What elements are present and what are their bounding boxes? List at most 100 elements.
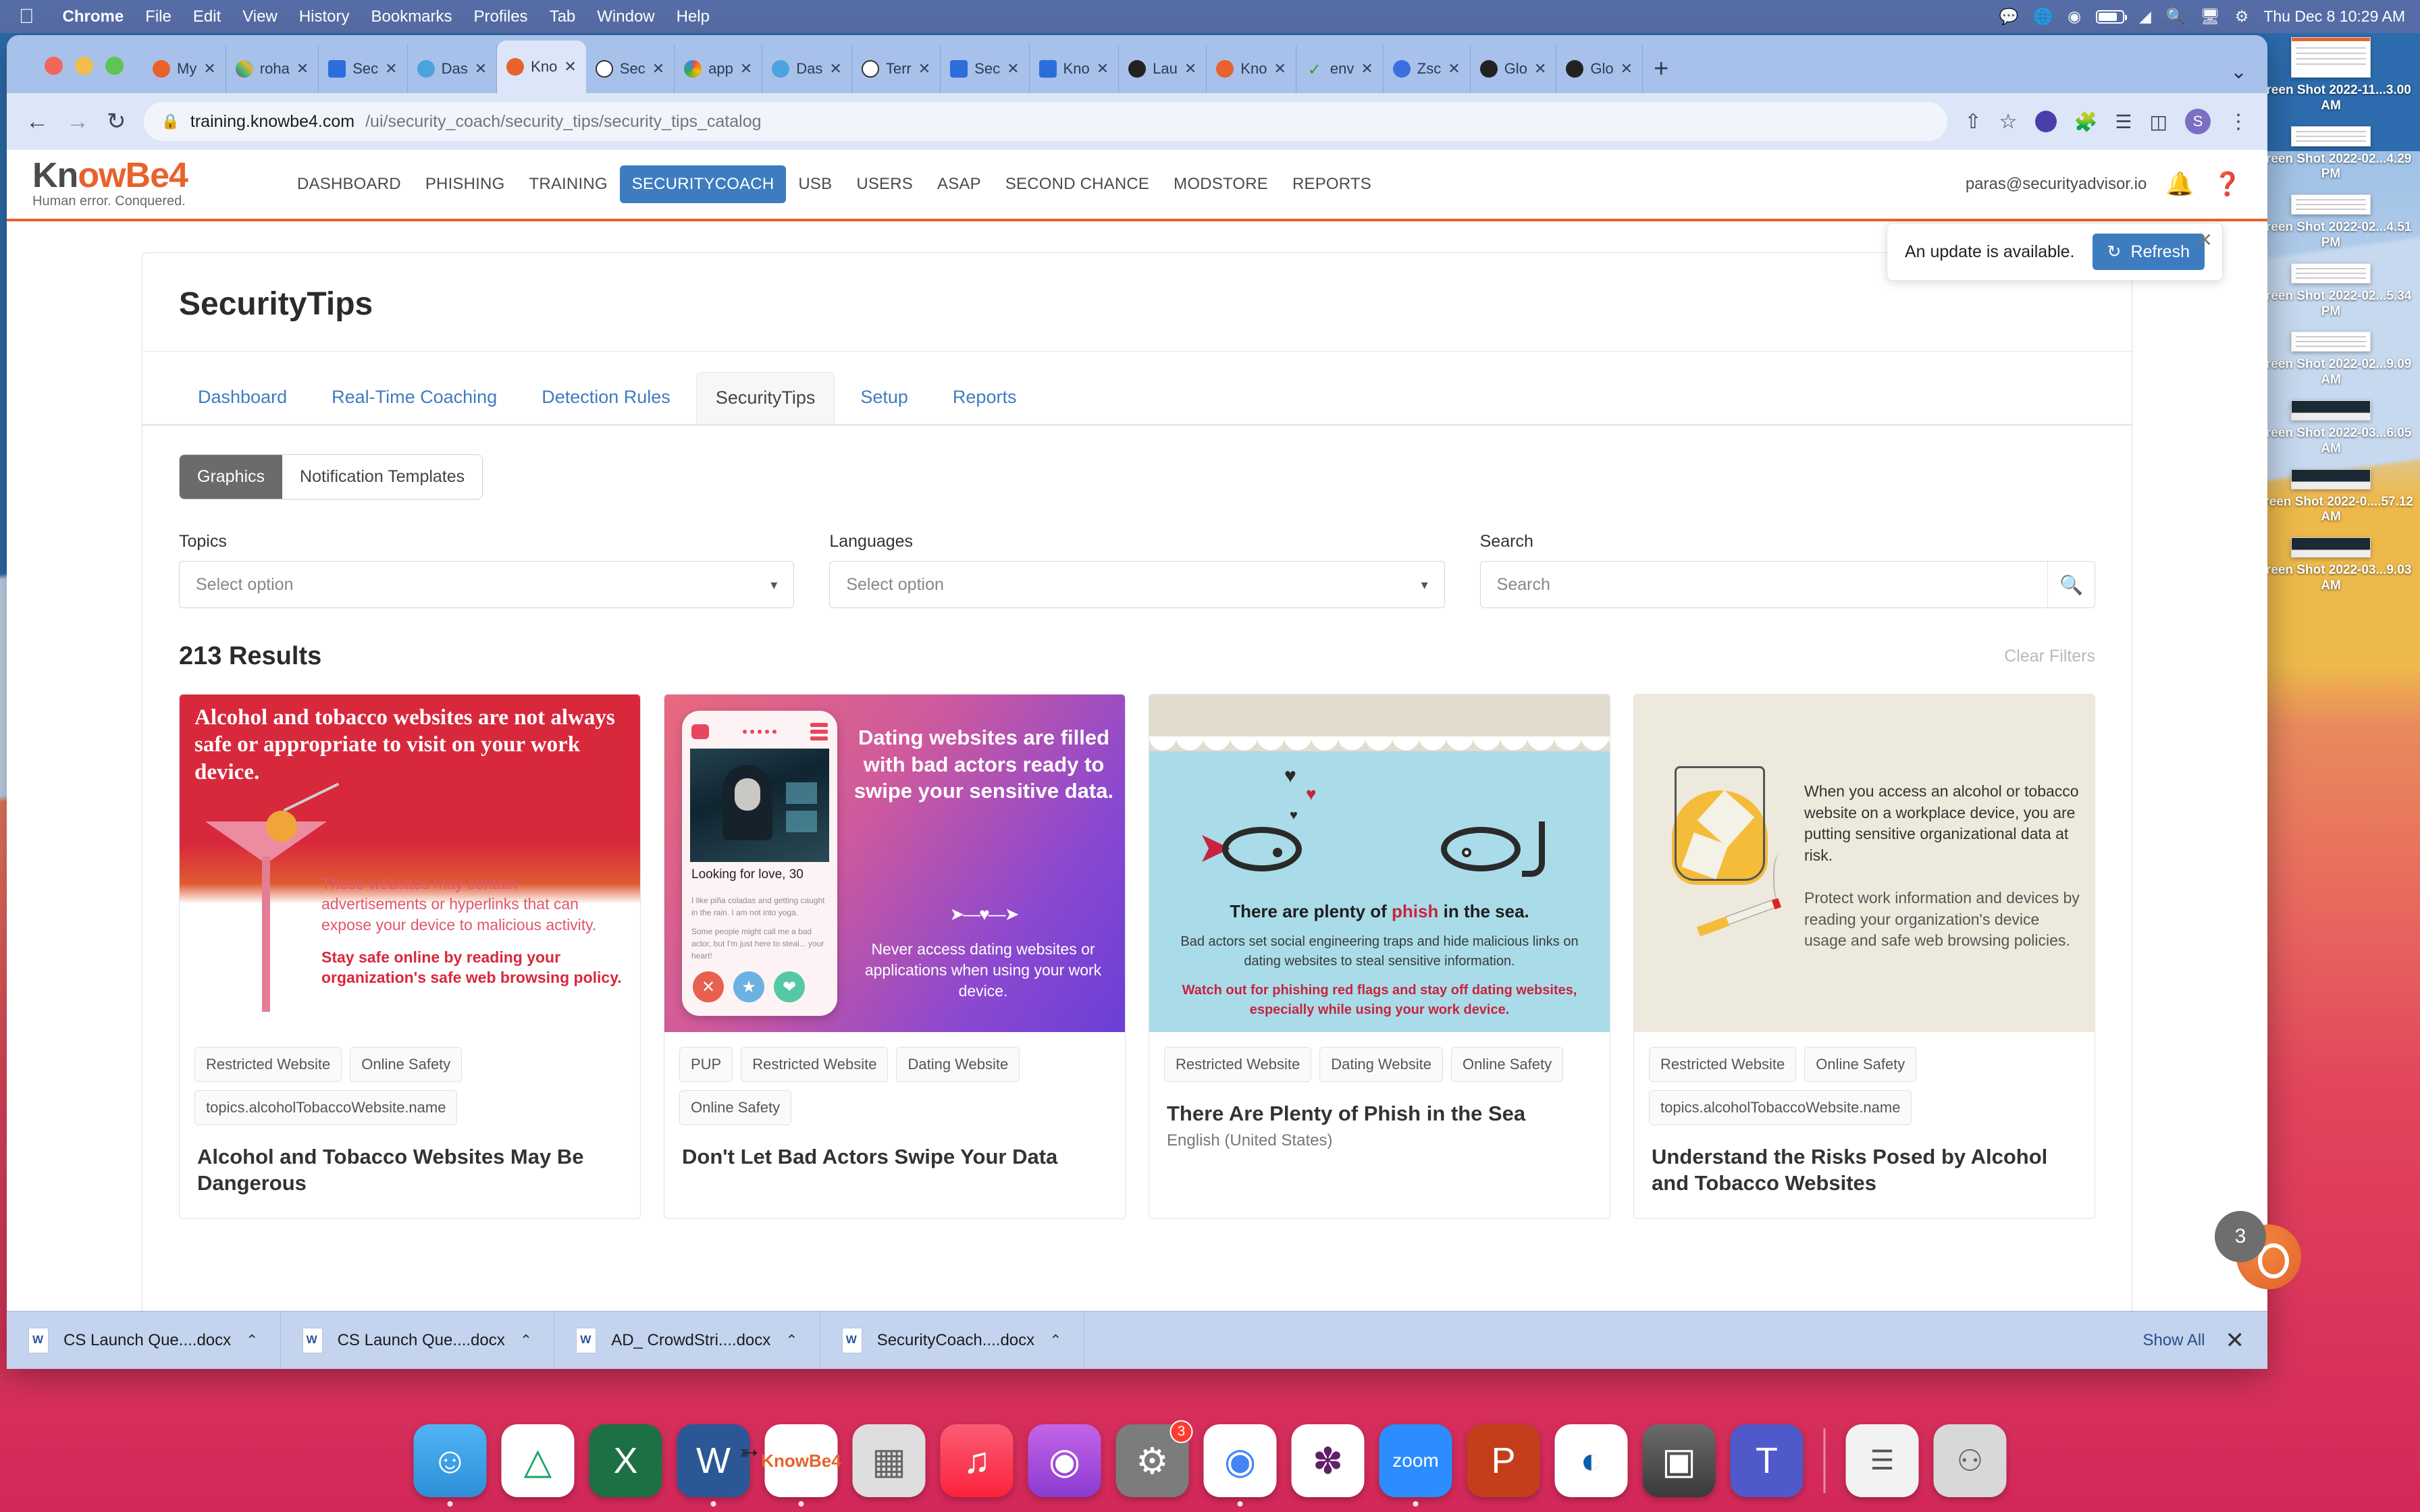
tab-reports[interactable]: Reports [934,372,1036,424]
reload-icon[interactable]: ↻ [107,108,126,135]
languages-select[interactable]: Select option ▾ [829,561,1445,608]
browser-tab[interactable]: Kno ✕ [1030,45,1120,93]
browser-tab[interactable]: Glo ✕ [1556,45,1643,93]
globe-icon[interactable]: 🌐 [2033,7,2053,26]
card-tag[interactable]: Dating Website [896,1047,1020,1082]
card-tag[interactable]: PUP [679,1047,733,1082]
tab-detection-rules[interactable]: Detection Rules [523,372,689,424]
battery-icon[interactable] [2096,9,2128,24]
card-tag[interactable]: Restricted Website [194,1047,342,1082]
segment-notification-templates[interactable]: Notification Templates [282,455,483,499]
desktop-file[interactable]: Screen Shot 2022-03...6.05 AM [2246,400,2415,457]
tab-real-time-coaching[interactable]: Real-Time Coaching [313,372,516,424]
browser-tab[interactable]: Kno ✕ [1207,45,1296,93]
browser-tab[interactable]: Sec ✕ [319,45,408,93]
webex-icon[interactable]: ◐ [1554,1424,1628,1497]
search-icon[interactable]: 🔍 [2166,7,2186,26]
browser-tab[interactable]: Terr ✕ [852,45,941,93]
segment-graphics[interactable]: Graphics [180,455,283,499]
nav-training[interactable]: TRAINING [517,165,619,203]
chat-icon[interactable]: 💬 [1999,7,2019,26]
window-traffic-lights[interactable] [45,57,124,75]
menu-item-bookmarks[interactable]: Bookmarks [360,7,463,26]
card-tag[interactable]: Dating Website [1319,1047,1443,1082]
close-button[interactable] [45,57,63,75]
menu-item-tab[interactable]: Tab [539,7,587,26]
tab-close-icon[interactable]: ✕ [652,60,664,78]
forward-icon[interactable]: → [66,109,89,135]
google-drive-icon[interactable]: △ [501,1424,575,1497]
card-tag[interactable]: Restricted Website [1164,1047,1312,1082]
tab-close-icon[interactable]: ✕ [564,58,576,76]
podcasts-icon[interactable]: ◉ [1028,1424,1101,1497]
maximize-button[interactable] [105,57,124,75]
menu-item-file[interactable]: File [134,7,182,26]
browser-tab[interactable]: Sec ✕ [941,45,1030,93]
browser-tab[interactable]: Das ✕ [762,45,852,93]
card-tag[interactable]: Online Safety [1804,1047,1917,1082]
star-icon[interactable]: ☆ [1999,110,2018,134]
nav-asap[interactable]: ASAP [925,165,993,203]
apple-icon[interactable]:  [19,6,34,27]
close-downloads-icon[interactable]: ✕ [2226,1327,2268,1354]
browser-tab[interactable]: Glo ✕ [1471,45,1557,93]
tab-close-icon[interactable]: ✕ [385,60,397,78]
puzzle-icon[interactable]: 🧩 [2074,111,2098,133]
extension-icon[interactable] [2034,111,2057,132]
card-tag[interactable]: Online Safety [679,1090,792,1125]
chevron-up-icon[interactable]: ⌃ [246,1332,258,1349]
menu-item-window[interactable]: Window [586,7,665,26]
nav-second-chance[interactable]: SECOND CHANCE [993,165,1161,203]
desktop-file[interactable]: Screen Shot 2022-11...3.00 AM [2246,37,2415,114]
desktop-file[interactable]: Screen Shot 2022-02...9.09 AM [2246,331,2415,388]
teams-icon[interactable]: T [1730,1424,1804,1497]
menu-item-help[interactable]: Help [666,7,720,26]
browser-tab[interactable]: Das ✕ [408,45,498,93]
browser-tab-active[interactable]: Kno ✕ [497,40,586,93]
desktop-file[interactable]: Screen Shot 2022-03...9.03 AM [2246,537,2415,594]
reading-list-icon[interactable]: ☰ [2115,111,2132,133]
tab-close-icon[interactable]: ✕ [1273,60,1286,78]
clear-filters-button[interactable]: Clear Filters [2004,647,2095,666]
download-item[interactable]: SecurityCoach....docx ⌃ [820,1312,1084,1369]
nav-modstore[interactable]: MODSTORE [1161,165,1280,203]
finder-icon[interactable]: ☺ [413,1424,487,1497]
tab-close-icon[interactable]: ✕ [1534,60,1546,78]
nav-phishing[interactable]: PHISHING [413,165,517,203]
record-icon[interactable]: ◉ [2068,7,2081,26]
card-tag[interactable]: Restricted Website [741,1047,889,1082]
nav-securitycoach[interactable]: SECURITYCOACH [619,165,787,203]
card-tag[interactable]: topics.alcoholTobaccoWebsite.name [194,1090,458,1125]
refresh-button[interactable]: ↻ Refresh [2092,234,2205,270]
tab-close-icon[interactable]: ✕ [1007,60,1019,78]
download-item[interactable]: AD_ CrowdStri....docx ⌃ [554,1312,820,1369]
desktop-file[interactable]: Screen Shot 2022-02...4.51 PM [2246,194,2415,251]
screen-share-icon[interactable]: 🖥 [2200,7,2219,26]
search-box[interactable]: Search 🔍 [1479,561,2095,608]
tab-close-icon[interactable]: ✕ [918,60,930,78]
chevron-up-icon[interactable]: ⌃ [520,1332,532,1349]
excel-icon[interactable]: X [589,1424,662,1497]
tab-close-icon[interactable]: ✕ [1184,60,1196,78]
notification-count-badge[interactable]: 3 [2215,1211,2266,1262]
trash-icon[interactable]: ⚇ [1933,1424,2007,1497]
wifi-icon[interactable]: ◢ [2139,7,2151,26]
tab-dashboard[interactable]: Dashboard [179,372,306,424]
powerpoint-icon[interactable]: P [1467,1424,1540,1497]
system-settings-icon[interactable]: ⚙ 3 [1115,1420,1193,1497]
menu-item-chrome[interactable]: Chrome [52,7,135,26]
nav-dashboard[interactable]: DASHBOARD [285,165,413,203]
knowbe4-logo[interactable]: KnowBe4 Human error. Conquered. [32,158,255,209]
menu-item-history[interactable]: History [288,7,361,26]
topics-select[interactable]: Select option ▾ [179,561,795,608]
help-icon[interactable]: ❓ [2213,171,2242,198]
tab-close-icon[interactable]: ✕ [740,60,752,78]
tab-securitytips[interactable]: SecurityTips [695,372,835,424]
menu-item-view[interactable]: View [232,7,288,26]
show-all-downloads-button[interactable]: Show All [2142,1331,2225,1350]
address-bar[interactable]: 🔒 training.knowbe4.com/ui/security_coach… [143,102,1947,141]
card-tag[interactable]: Online Safety [350,1047,463,1082]
browser-tab[interactable]: Zsc ✕ [1384,45,1471,93]
nav-users[interactable]: USERS [844,165,925,203]
tab-close-icon[interactable]: ✕ [296,60,309,78]
